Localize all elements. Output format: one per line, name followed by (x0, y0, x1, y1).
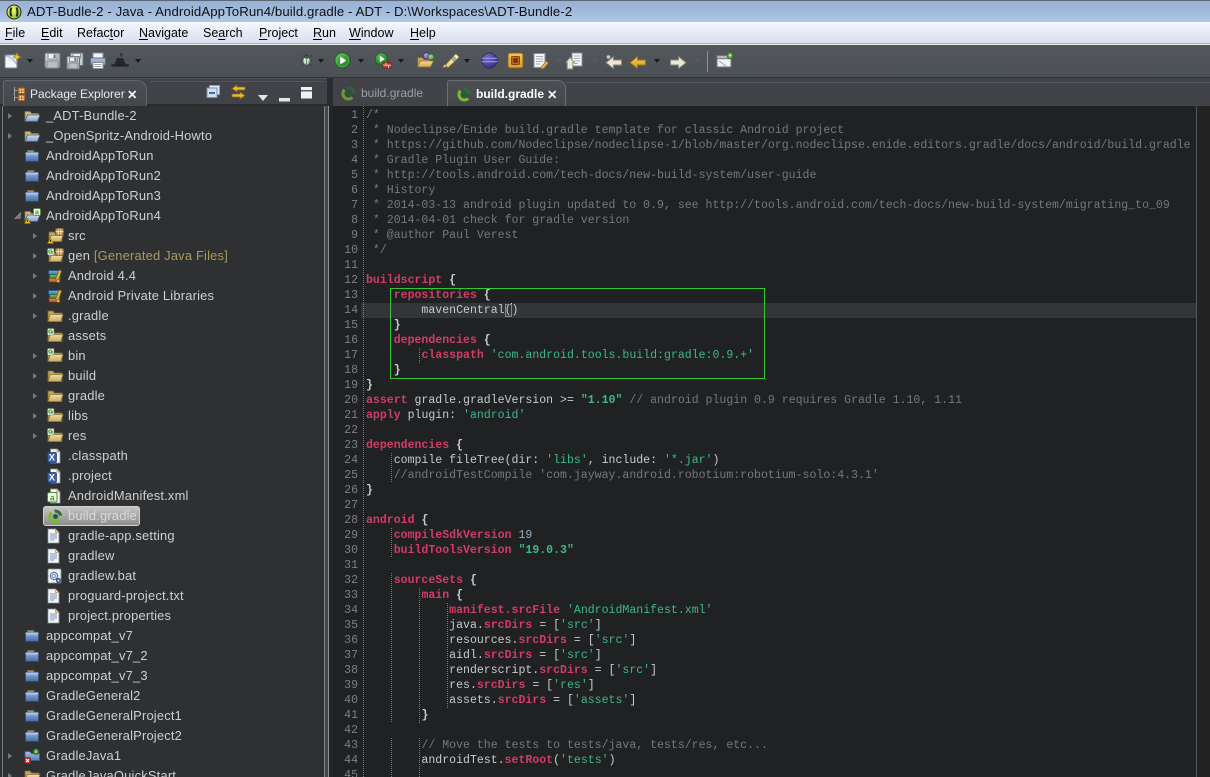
svg-text:X: X (49, 453, 55, 463)
svg-text:a: a (35, 208, 40, 216)
svg-text:X: X (49, 473, 55, 483)
svg-text:a: a (50, 492, 55, 502)
